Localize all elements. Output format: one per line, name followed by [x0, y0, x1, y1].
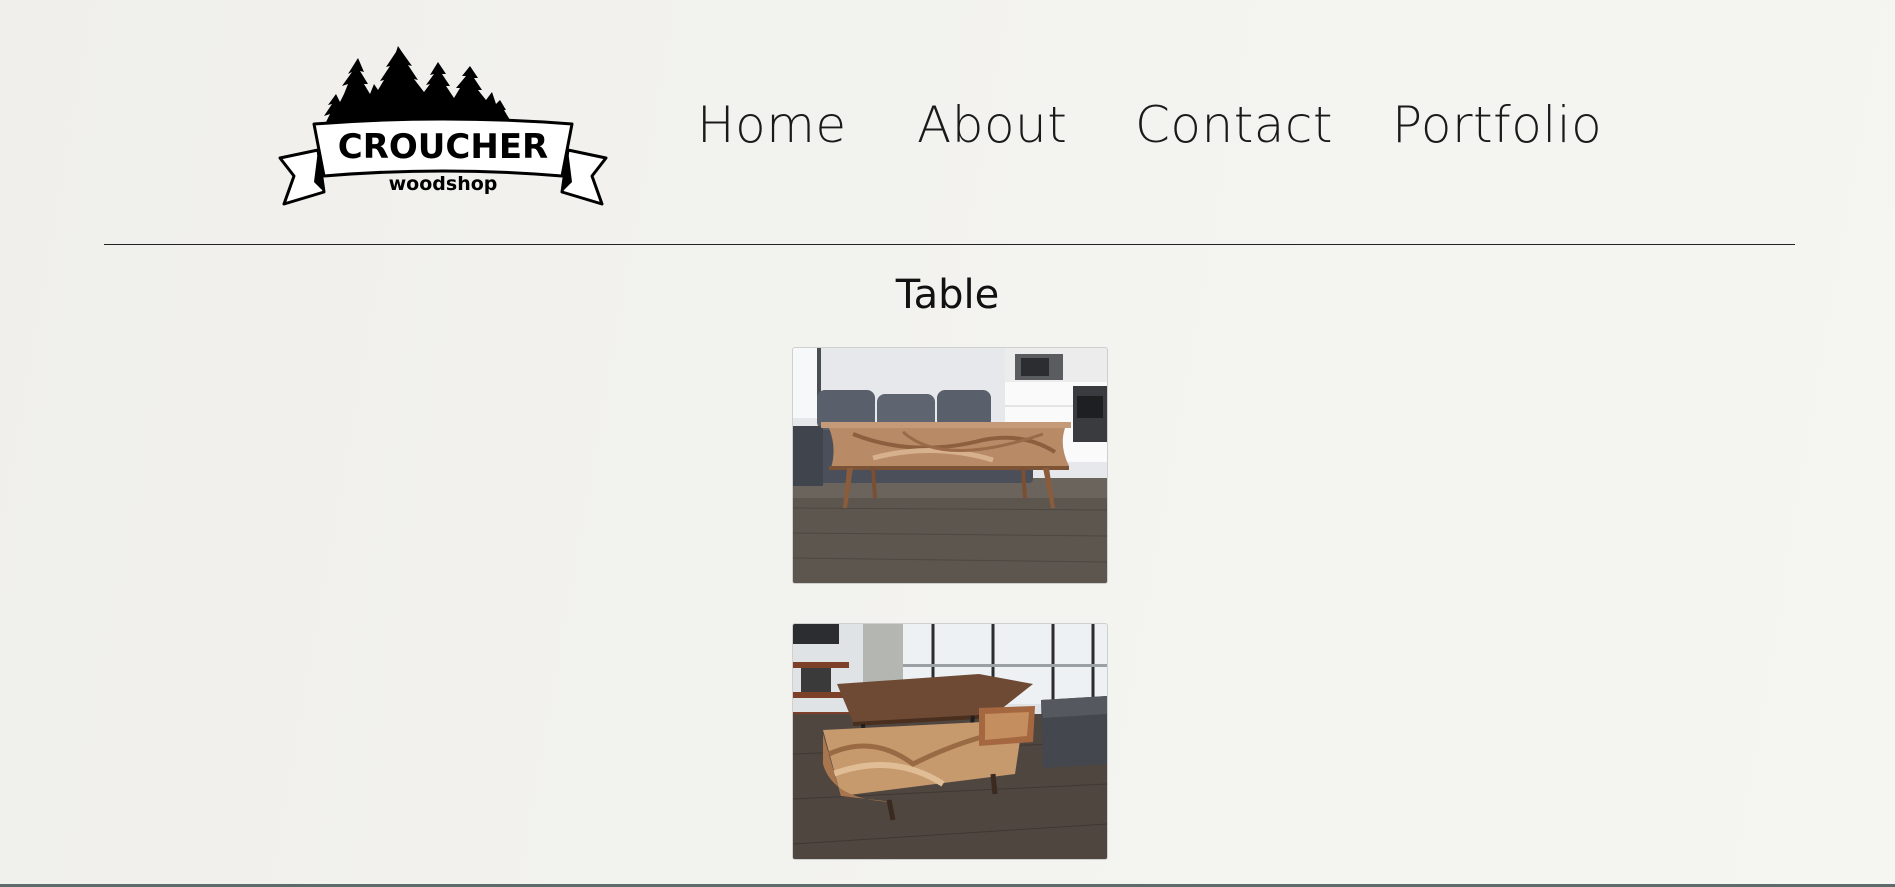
site-header: CROUCHER woodshop Home About Contact Por… — [0, 0, 1895, 245]
nav-link-home[interactable]: Home — [697, 96, 847, 154]
gallery-photo-table-front[interactable] — [792, 347, 1108, 584]
nav-link-contact[interactable]: Contact — [1135, 96, 1333, 154]
nav-link-portfolio[interactable]: Portfolio — [1392, 96, 1602, 154]
logo-wordmark: CROUCHER — [338, 127, 548, 167]
logo-tagline: woodshop — [389, 173, 498, 195]
croucher-woodshop-logo[interactable]: CROUCHER woodshop — [278, 44, 608, 209]
nav-link-about[interactable]: About — [917, 96, 1067, 154]
gallery-photo-table-lift-top[interactable] — [792, 623, 1108, 860]
page-title: Table — [895, 272, 1000, 318]
header-divider — [104, 244, 1795, 245]
